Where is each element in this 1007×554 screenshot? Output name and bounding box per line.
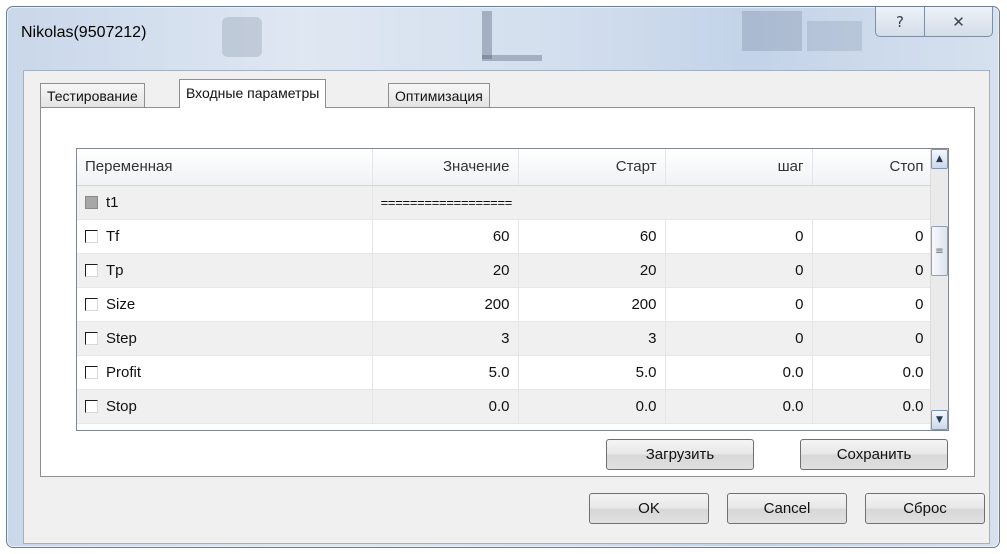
row-checkbox[interactable] — [85, 297, 98, 311]
tab-panel-input-parameters: Переменная Значение Старт шаг Стоп t1 ==… — [40, 107, 975, 477]
row-checkbox[interactable] — [85, 229, 98, 243]
start-cell[interactable]: 0.0 — [518, 389, 666, 424]
row-checkbox[interactable] — [85, 399, 98, 413]
value-cell[interactable]: 20 — [372, 253, 519, 288]
variable-name: Profit — [106, 363, 142, 381]
table-header-row: Переменная Значение Старт шаг Стоп — [77, 149, 933, 186]
help-icon: ? — [896, 12, 904, 31]
stop-cell[interactable]: 0.0 — [812, 355, 933, 390]
value-cell[interactable]: 0.0 — [372, 389, 519, 424]
separator-cell[interactable]: ================== — [372, 185, 933, 220]
ok-button[interactable]: OK — [589, 493, 709, 524]
variable-cell: Stop — [77, 389, 373, 424]
title-bar-decoration — [807, 21, 862, 51]
stop-cell[interactable]: 0 — [812, 321, 933, 356]
variable-name: Step — [106, 329, 137, 347]
start-cell[interactable]: 3 — [518, 321, 666, 356]
start-cell[interactable]: 200 — [518, 287, 666, 322]
table-row[interactable]: Step 3 3 0 0 — [77, 321, 933, 356]
row-checkbox[interactable] — [85, 365, 98, 379]
table-row[interactable]: Profit 5.0 5.0 0.0 0.0 — [77, 355, 933, 390]
variable-name: Tp — [106, 261, 124, 279]
dialog-window: Nikolas(9507212) ? ✕ Тестирование Входны… — [6, 6, 1000, 548]
value-cell[interactable]: 200 — [372, 287, 519, 322]
table-row[interactable]: Stop 0.0 0.0 0.0 0.0 — [77, 389, 933, 424]
parameters-grid: Переменная Значение Старт шаг Стоп t1 ==… — [76, 148, 949, 431]
variable-name: Tf — [106, 227, 120, 245]
vertical-scrollbar[interactable]: ▲ ≡ ▼ — [930, 149, 948, 430]
table-row[interactable]: Tf 60 60 0 0 — [77, 219, 933, 254]
parameters-table: Переменная Значение Старт шаг Стоп t1 ==… — [77, 149, 933, 424]
separator-value: ================== — [380, 195, 513, 211]
load-button[interactable]: Загрузить — [606, 439, 754, 470]
scroll-up-button[interactable]: ▲ — [931, 149, 948, 169]
value-cell[interactable]: 3 — [372, 321, 519, 356]
row-checkbox[interactable] — [85, 331, 98, 345]
close-icon: ✕ — [952, 12, 965, 31]
scroll-thumb[interactable]: ≡ — [931, 226, 948, 276]
title-bar-decoration — [482, 11, 492, 59]
value-cell[interactable]: 5.0 — [372, 355, 519, 390]
value-cell[interactable]: 60 — [372, 219, 519, 254]
step-cell[interactable]: 0 — [665, 321, 813, 356]
start-cell[interactable]: 60 — [518, 219, 666, 254]
step-cell[interactable]: 0 — [665, 253, 813, 288]
variable-cell: t1 — [77, 185, 373, 220]
close-button[interactable]: ✕ — [924, 7, 993, 37]
column-header-stop[interactable]: Стоп — [812, 149, 933, 186]
scroll-down-button[interactable]: ▼ — [931, 410, 948, 430]
caption-buttons: ? ✕ — [875, 7, 993, 37]
start-cell[interactable]: 5.0 — [518, 355, 666, 390]
chevron-down-icon: ▼ — [936, 415, 943, 425]
title-bar-decoration — [742, 11, 802, 51]
stop-cell[interactable]: 0 — [812, 219, 933, 254]
tab-testing[interactable]: Тестирование — [40, 83, 145, 107]
grip-icon: ≡ — [935, 245, 944, 257]
stop-cell[interactable]: 0 — [812, 253, 933, 288]
cancel-button[interactable]: Cancel — [727, 493, 847, 524]
title-bar-decoration — [222, 17, 262, 57]
table-row[interactable]: Tp 20 20 0 0 — [77, 253, 933, 288]
variable-name: Size — [106, 295, 136, 313]
step-cell[interactable]: 0 — [665, 219, 813, 254]
variable-name: Stop — [106, 397, 137, 415]
variable-name: t1 — [106, 193, 119, 211]
variable-cell: Tf — [77, 219, 373, 254]
row-checkbox — [85, 195, 98, 209]
step-cell[interactable]: 0.0 — [665, 389, 813, 424]
start-cell[interactable]: 20 — [518, 253, 666, 288]
variable-cell: Profit — [77, 355, 373, 390]
column-header-start[interactable]: Старт — [518, 149, 666, 186]
table-row[interactable]: Size 200 200 0 0 — [77, 287, 933, 322]
row-checkbox[interactable] — [85, 263, 98, 277]
reset-button[interactable]: Сброс — [865, 493, 985, 524]
help-button[interactable]: ? — [875, 7, 925, 37]
title-bar[interactable]: Nikolas(9507212) ? ✕ — [7, 7, 999, 73]
step-cell[interactable]: 0 — [665, 287, 813, 322]
stop-cell[interactable]: 0 — [812, 287, 933, 322]
variable-cell: Step — [77, 321, 373, 356]
column-header-step[interactable]: шаг — [665, 149, 813, 186]
chevron-up-icon: ▲ — [936, 154, 943, 164]
variable-cell: Tp — [77, 253, 373, 288]
column-header-variable[interactable]: Переменная — [77, 149, 373, 186]
dialog-client-area: Тестирование Входные параметры Оптимизац… — [23, 70, 990, 544]
title-bar-decoration — [482, 55, 542, 61]
tab-optimization[interactable]: Оптимизация — [388, 83, 490, 107]
column-header-value[interactable]: Значение — [372, 149, 519, 186]
step-cell[interactable]: 0.0 — [665, 355, 813, 390]
save-button[interactable]: Сохранить — [800, 439, 948, 470]
stop-cell[interactable]: 0.0 — [812, 389, 933, 424]
window-title: Nikolas(9507212) — [21, 24, 147, 41]
variable-cell: Size — [77, 287, 373, 322]
table-row[interactable]: t1 ================== — [77, 185, 933, 220]
tab-input-parameters[interactable]: Входные параметры — [179, 79, 327, 108]
